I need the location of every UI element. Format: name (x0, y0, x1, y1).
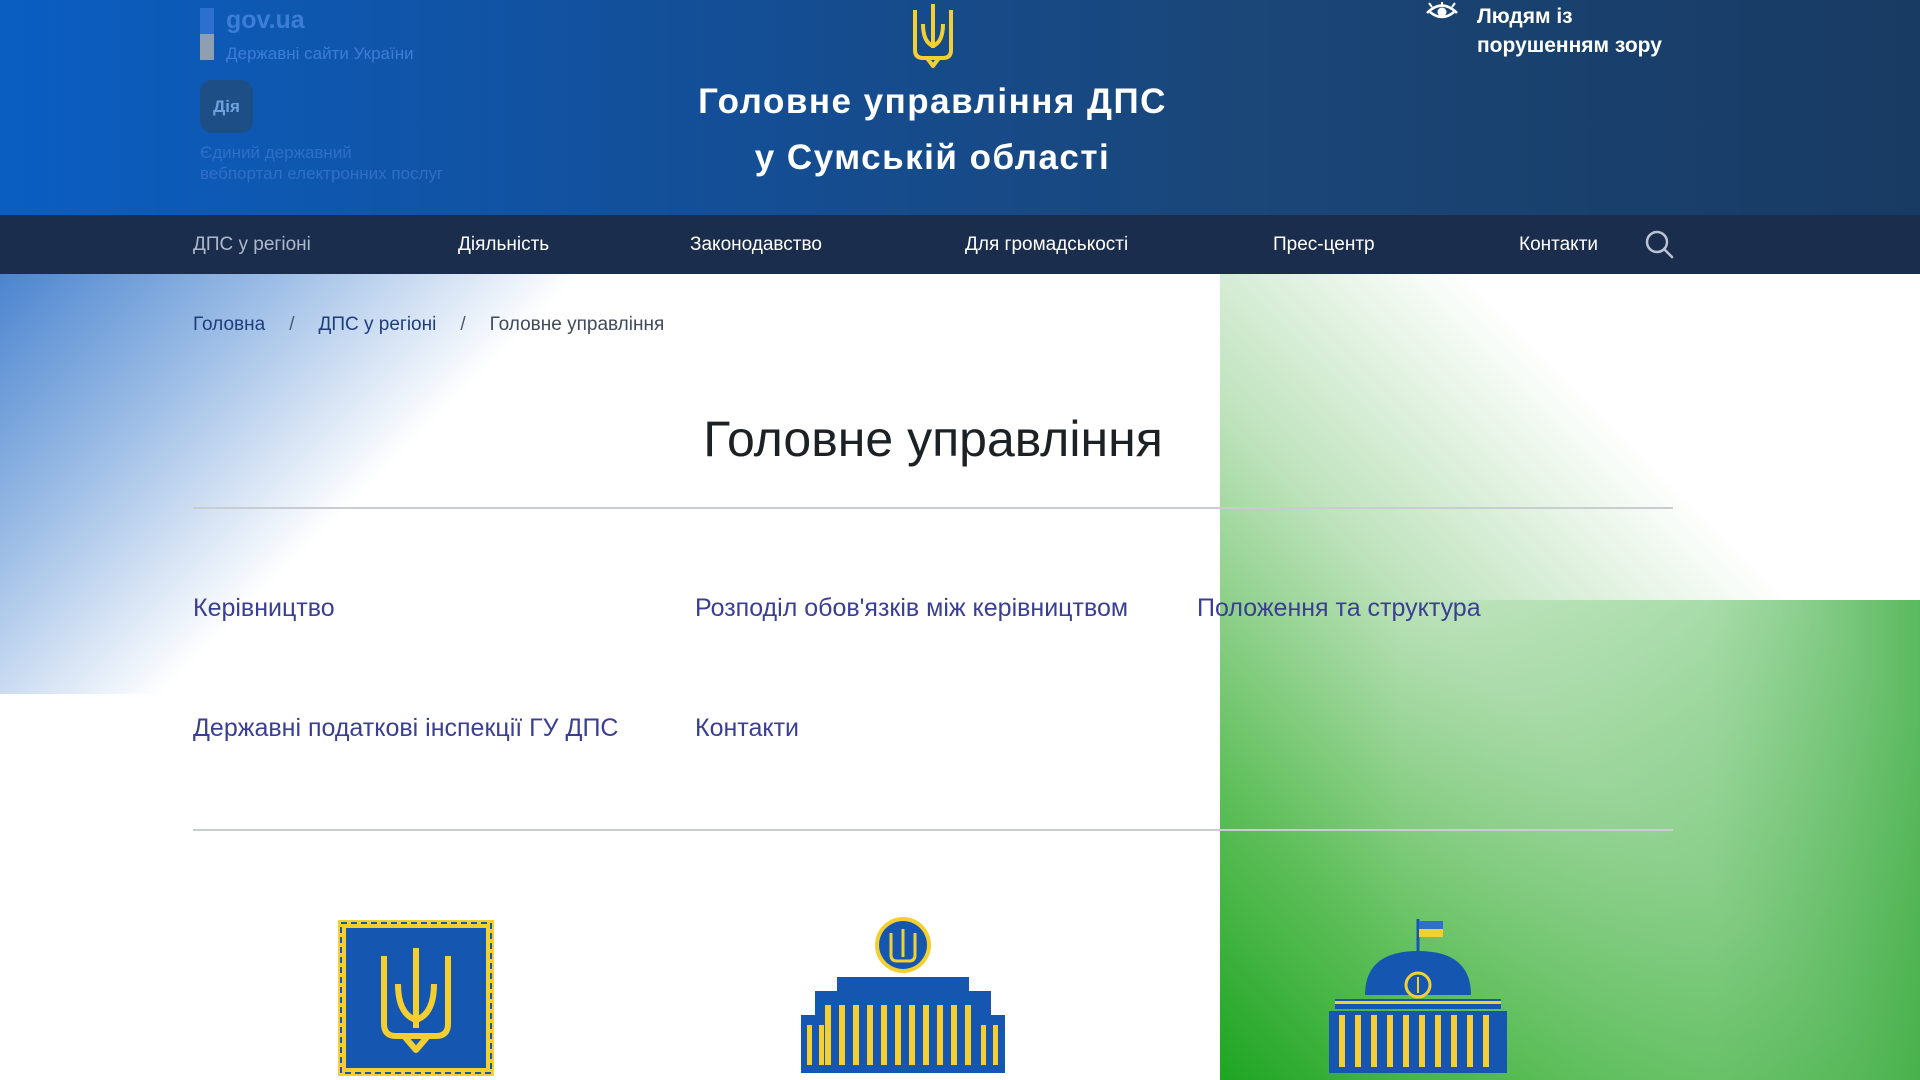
main-navigation: ДПС у регіоні Діяльність Законодавство Д… (0, 215, 1920, 274)
site-header: gov.ua Державні сайти України Дія Єдиний… (0, 0, 1920, 215)
background-blue-gradient (0, 274, 700, 694)
link-leadership[interactable]: Керівництво (193, 594, 335, 623)
divider-bottom (193, 829, 1673, 831)
diia-description: Єдиний державний вебпортал електронних п… (200, 143, 444, 183)
link-contacts[interactable]: Контакти (695, 714, 799, 743)
organization-title[interactable]: Головне управління ДПС у Сумській област… (650, 74, 1215, 186)
breadcrumb-dps-region[interactable]: ДПС у регіоні (318, 314, 436, 335)
parliament-building-icon[interactable] (1325, 915, 1511, 1075)
trident-icon (913, 4, 953, 68)
nav-item-legislation[interactable]: Законодавство (690, 215, 822, 274)
government-building-icon[interactable] (795, 915, 1011, 1075)
eye-icon (1426, 2, 1458, 19)
nav-item-public[interactable]: Для громадськості (965, 215, 1128, 274)
govua-flag-icon (200, 8, 214, 60)
diia-logo-icon: Дія (200, 80, 253, 133)
diia-link[interactable]: Дія Єдиний державний вебпортал електронн… (200, 80, 443, 183)
nav-item-press-center[interactable]: Прес-центр (1273, 215, 1375, 274)
govua-name: gov.ua (226, 6, 305, 34)
nav-item-dps-region[interactable]: ДПС у регіоні (193, 215, 311, 274)
page-title: Головне управління (703, 411, 1163, 467)
breadcrumb-separator: / (460, 314, 466, 335)
nav-item-contacts[interactable]: Контакти (1519, 215, 1598, 274)
breadcrumb: Головна / ДПС у регіоні / Головне управління (193, 314, 664, 336)
link-duties-distribution[interactable]: Розподіл обов'язків між керівництвом (695, 594, 1128, 623)
breadcrumb-separator: / (289, 314, 295, 335)
breadcrumb-current: Головне управління (489, 314, 665, 335)
president-standard-icon[interactable] (338, 920, 494, 1076)
divider-top (193, 507, 1673, 509)
accessibility-label: Людям із порушенням зору (1477, 5, 1662, 57)
nav-item-activity[interactable]: Діяльність (458, 215, 549, 274)
breadcrumb-home[interactable]: Головна (193, 314, 265, 335)
search-icon[interactable] (1644, 229, 1674, 259)
link-regulations-structure[interactable]: Положення та структура (1197, 594, 1481, 623)
govua-subtitle: Державні сайти України (226, 44, 414, 63)
link-tax-inspections[interactable]: Державні податкові інспекції ГУ ДПС (193, 714, 618, 743)
